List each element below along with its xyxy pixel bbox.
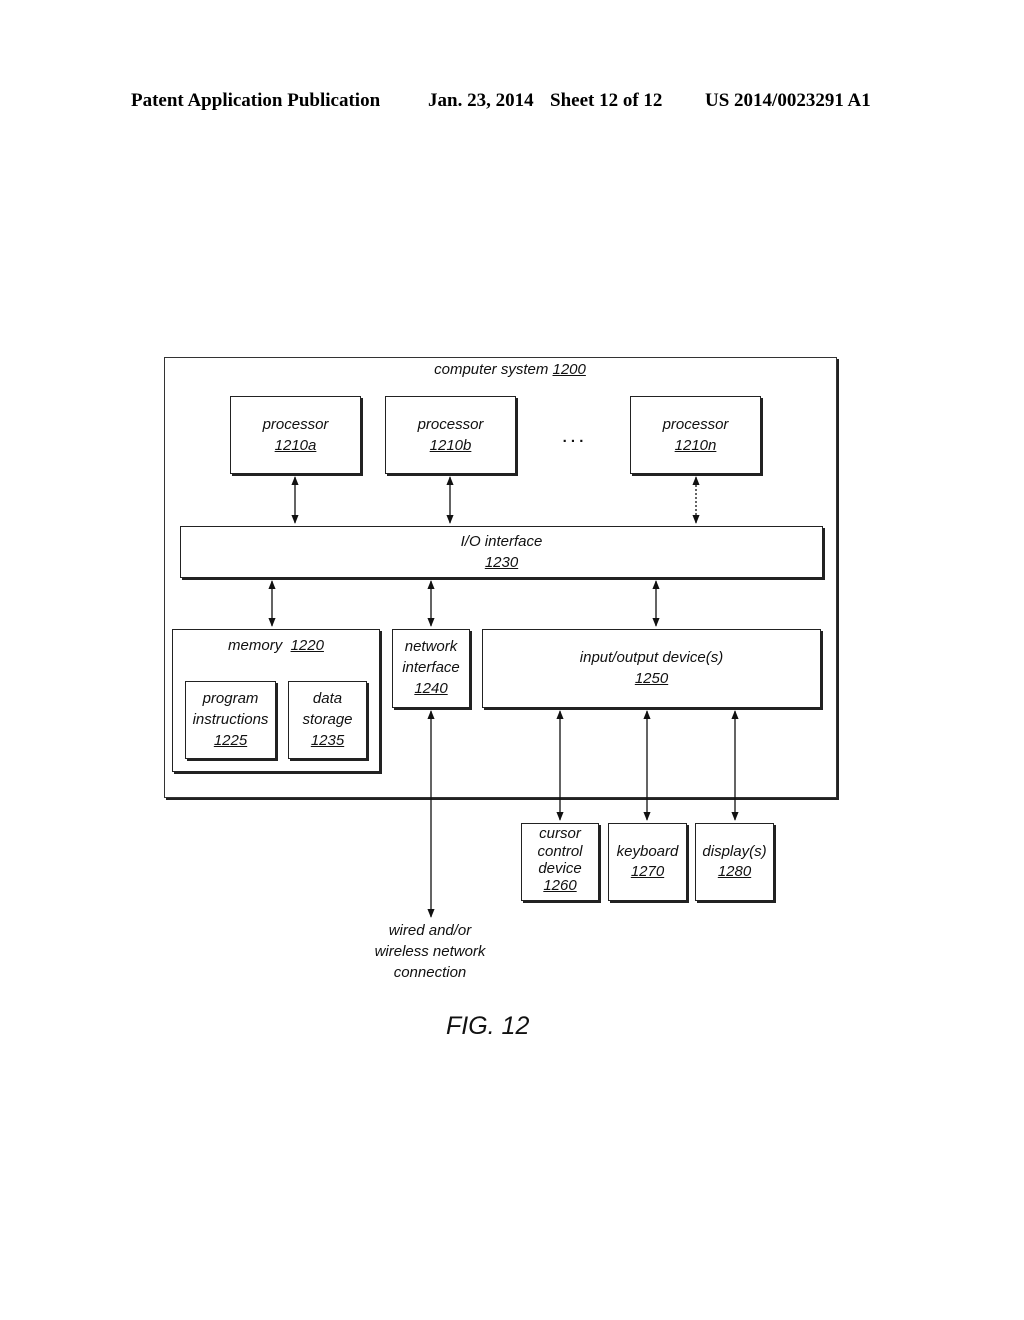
connector-layer — [268, 476, 739, 918]
figure-label: FIG. 12 — [446, 1012, 530, 1040]
